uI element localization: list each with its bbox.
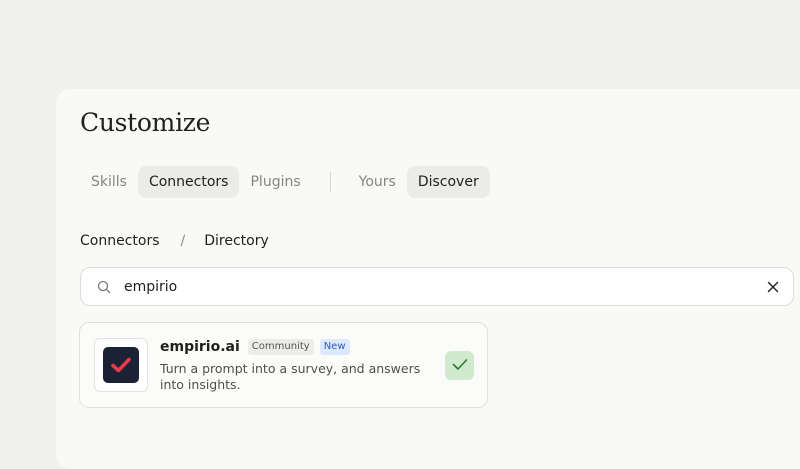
page-title: Customize (80, 108, 211, 137)
tab-skills[interactable]: Skills (80, 166, 138, 198)
search-input[interactable] (124, 271, 765, 302)
breadcrumb-connectors[interactable]: Connectors (80, 233, 160, 249)
new-badge: New (319, 339, 350, 355)
connector-name: empirio.ai (160, 339, 240, 355)
community-badge: Community (247, 339, 314, 355)
tab-discover[interactable]: Discover (406, 166, 490, 198)
tab-yours[interactable]: Yours (348, 166, 407, 198)
breadcrumb: Connectors / Directory (80, 233, 269, 249)
tab-bar: Skills Connectors Plugins Yours Discover (80, 166, 490, 198)
close-icon[interactable] (765, 279, 781, 295)
connector-logo (94, 338, 148, 392)
empirio-logo-icon (103, 347, 139, 383)
installed-toggle-button[interactable] (445, 351, 474, 380)
connector-card[interactable]: empirio.ai Community New Turn a prompt i… (79, 322, 488, 408)
tab-connectors[interactable]: Connectors (137, 166, 240, 198)
breadcrumb-separator: / (180, 233, 186, 249)
check-icon (452, 356, 468, 375)
search-icon (96, 279, 112, 295)
tab-divider (329, 172, 331, 192)
tab-plugins[interactable]: Plugins (239, 166, 311, 198)
breadcrumb-directory: Directory (204, 233, 269, 249)
connector-description: Turn a prompt into a survey, and answers… (160, 361, 421, 392)
connector-header: empirio.ai Community New (160, 339, 350, 355)
search-box (80, 267, 794, 306)
